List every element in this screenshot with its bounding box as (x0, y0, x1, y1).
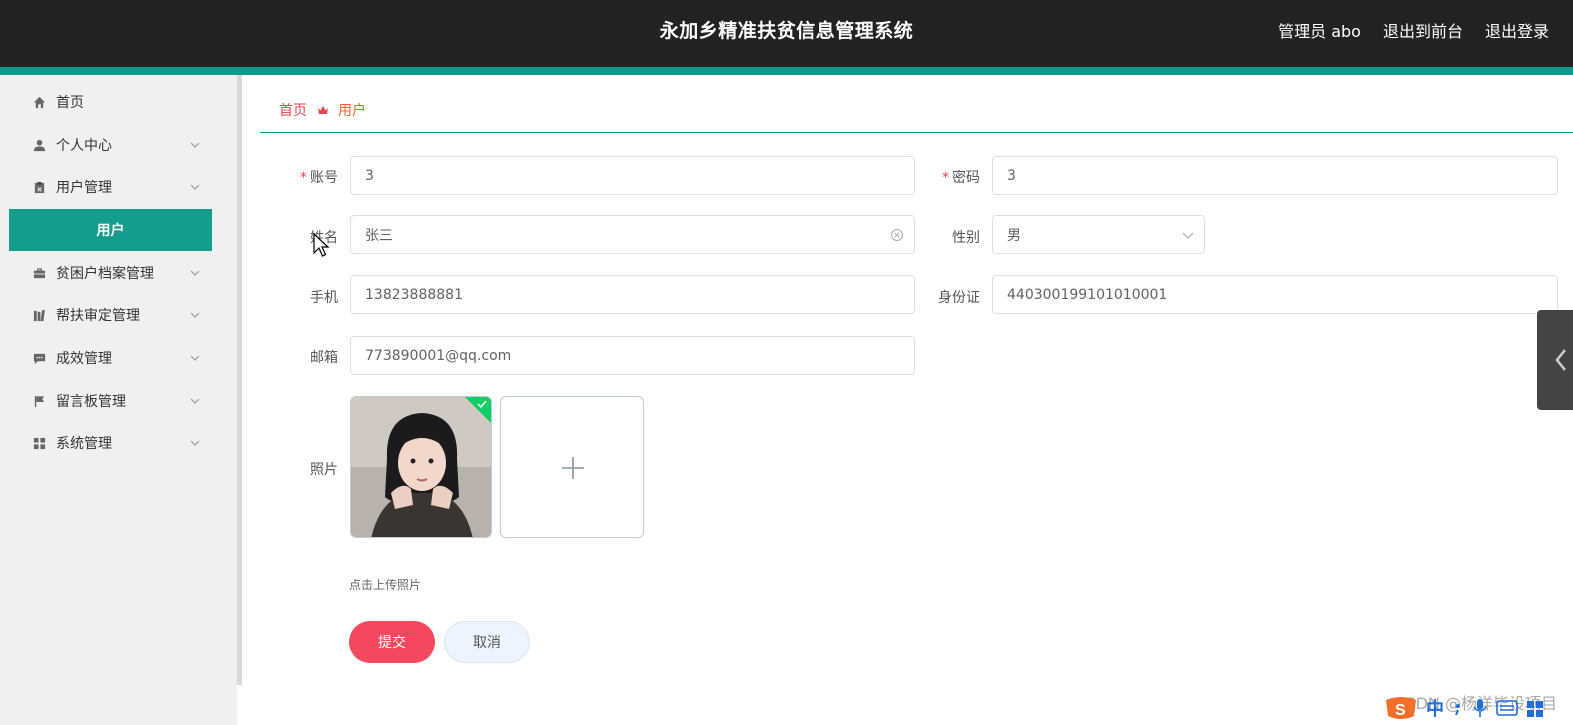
breadcrumb-current: 用户 (338, 103, 366, 119)
side-panel-toggle[interactable] (1537, 310, 1573, 410)
password-input[interactable]: 3 (992, 156, 1558, 195)
id-card-input[interactable]: 440300199101010001 (992, 275, 1558, 314)
exit-to-frontend-link[interactable]: 退出到前台 (1383, 18, 1463, 42)
toolbox-icon[interactable] (1526, 698, 1544, 718)
account-input[interactable]: 3 (350, 156, 915, 195)
breadcrumb-divider (260, 132, 1573, 133)
chevron-down-icon (190, 184, 200, 190)
email-input[interactable]: 773890001@qq.com (350, 336, 915, 375)
email-label: 邮箱 (310, 350, 338, 366)
user-icon (32, 138, 46, 152)
sidebar-scrollbar[interactable] (237, 75, 242, 685)
logout-link[interactable]: 退出登录 (1485, 18, 1549, 42)
id-card-label: 身份证 (938, 290, 980, 306)
chevron-down-icon (190, 398, 200, 404)
briefcase-icon (32, 266, 46, 280)
gender-label: 性别 (952, 230, 980, 246)
ime-language-indicator[interactable]: 中 (1426, 695, 1444, 721)
upload-photo-button[interactable] (500, 396, 644, 538)
chevron-down-icon (190, 440, 200, 446)
sidebar-item-label: 成效管理 (56, 351, 112, 367)
sidebar-item-message-board[interactable]: 留言板管理 (0, 380, 237, 422)
sogou-logo-icon: S (1386, 697, 1416, 719)
chevron-down-icon (190, 142, 200, 148)
chevron-down-icon (1182, 232, 1194, 239)
sidebar-item-label: 贫困户档案管理 (56, 266, 154, 282)
name-input-value: 张三 (365, 227, 393, 244)
upload-hint: 点击上传照片 (349, 578, 422, 592)
sidebar-item-assistance-review[interactable]: 帮扶审定管理 (0, 294, 237, 336)
phone-input[interactable]: 13823888881 (350, 275, 915, 314)
password-label: * 密码 (942, 170, 980, 186)
photo-label: 照片 (310, 462, 338, 478)
admin-user-link[interactable]: 管理员 abo (1278, 18, 1361, 42)
top-header: 永加乡精准扶贫信息管理系统 管理员 abo 退出到前台 退出登录 (0, 0, 1573, 67)
cancel-button[interactable]: 取消 (444, 621, 530, 663)
sidebar-item-poverty-archive[interactable]: 贫困户档案管理 (0, 252, 237, 294)
check-icon (465, 397, 491, 423)
sidebar-item-results[interactable]: 成效管理 (0, 337, 237, 379)
sidebar-item-personal-center[interactable]: 个人中心 (0, 124, 237, 166)
mouse-cursor-icon (313, 233, 330, 257)
sidebar-item-label: 用户管理 (56, 180, 112, 196)
submit-button[interactable]: 提交 (349, 621, 435, 663)
sidebar-subitem-users[interactable]: 用户 (9, 209, 212, 251)
ime-toolbar: S 中 (1384, 694, 1544, 722)
chat-icon (32, 351, 46, 365)
phone-label: 手机 (310, 290, 338, 306)
sidebar-item-home[interactable]: 首页 (0, 81, 237, 123)
punctuation-icon[interactable] (1452, 698, 1464, 718)
chevron-left-icon (1555, 349, 1566, 371)
chevron-down-icon (190, 270, 200, 276)
microphone-icon[interactable] (1472, 697, 1488, 719)
clear-icon[interactable] (890, 228, 904, 242)
sidebar-item-label: 留言板管理 (56, 394, 126, 410)
sidebar-item-label: 个人中心 (56, 138, 112, 154)
sidebar-item-system-management[interactable]: 系统管理 (0, 422, 237, 464)
plus-icon (562, 457, 584, 479)
sidebar-item-label: 首页 (56, 95, 84, 111)
keyboard-icon[interactable] (1496, 698, 1518, 718)
crown-icon (317, 104, 329, 116)
grid-icon (32, 436, 46, 450)
gender-select[interactable]: 男 (992, 215, 1205, 254)
uploaded-photo[interactable] (350, 396, 492, 538)
sidebar-item-label: 帮扶审定管理 (56, 308, 140, 324)
header-accent-bar (0, 67, 1573, 75)
clipboard-icon (32, 180, 46, 194)
sidebar-item-label: 系统管理 (56, 436, 112, 452)
chevron-down-icon (190, 312, 200, 318)
books-icon (32, 308, 46, 322)
breadcrumb: 首页 用户 (279, 100, 366, 120)
chevron-down-icon (190, 355, 200, 361)
flag-icon (32, 394, 46, 408)
name-input[interactable]: 张三 (350, 215, 915, 254)
header-links: 管理员 abo 退出到前台 退出登录 (1278, 18, 1549, 42)
svg-text:S: S (1395, 702, 1406, 719)
account-label: * 账号 (300, 170, 338, 186)
gender-select-value: 男 (1007, 227, 1021, 244)
sidebar-item-user-management[interactable]: 用户管理 (0, 166, 237, 208)
breadcrumb-home-link[interactable]: 首页 (279, 100, 307, 120)
home-icon (32, 95, 46, 109)
